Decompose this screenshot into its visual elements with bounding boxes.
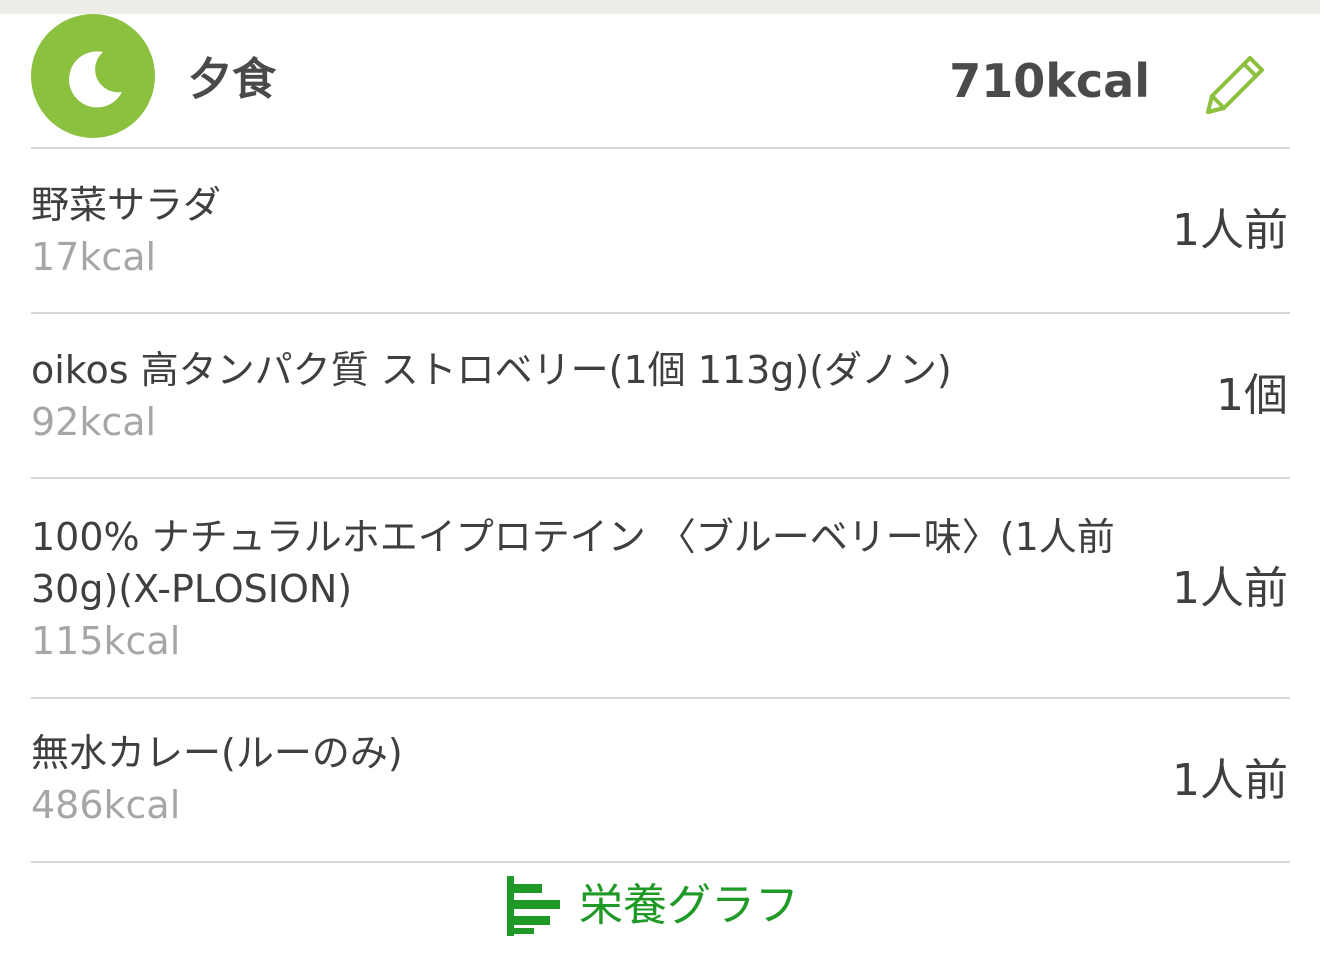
edit-meal-button[interactable] xyxy=(1198,48,1272,122)
food-quantity: 1個 xyxy=(1216,370,1288,421)
food-quantity: 1人前 xyxy=(1172,205,1288,256)
food-quantity: 1人前 xyxy=(1172,755,1288,806)
pencil-icon xyxy=(1206,56,1264,114)
food-kcal: 115kcal xyxy=(31,619,181,663)
food-item[interactable]: 100% ナチュラルホエイプロテイン 〈ブルーベリー味〉(1人前 30g)(X-… xyxy=(0,479,1320,697)
nutrition-graph-label: 栄養グラフ xyxy=(579,880,799,931)
bar-chart-icon xyxy=(507,876,560,936)
food-item[interactable]: 野菜サラダ 17kcal 1人前 xyxy=(0,149,1320,312)
food-name: 無水カレー(ルーのみ) xyxy=(31,731,403,775)
meal-total-kcal: 710kcal xyxy=(949,54,1150,108)
food-name: 100% ナチュラルホエイプロテイン 〈ブルーベリー味〉(1人前 30g)(X-… xyxy=(31,515,1115,611)
divider xyxy=(31,861,1290,863)
meal-header: 夕食 710kcal xyxy=(0,14,1320,148)
moon-icon xyxy=(31,14,155,138)
food-kcal: 486kcal xyxy=(31,783,181,827)
food-kcal: 17kcal xyxy=(31,235,157,279)
top-band xyxy=(0,0,1320,14)
food-item[interactable]: oikos 高タンパク質 ストロベリー(1個 113g)(ダノン) 92kcal… xyxy=(0,314,1320,477)
food-item[interactable]: 無水カレー(ルーのみ) 486kcal 1人前 xyxy=(0,699,1320,862)
food-quantity: 1人前 xyxy=(1172,563,1288,614)
meal-title: 夕食 xyxy=(188,54,276,105)
food-name: oikos 高タンパク質 ストロベリー(1個 113g)(ダノン) xyxy=(31,348,952,392)
nutrition-graph-button[interactable]: 栄養グラフ xyxy=(505,876,825,936)
meal-card: 夕食 710kcal 野菜サラダ 17kcal 1人前 oikos 高タンパク質… xyxy=(0,14,1320,963)
food-name: 野菜サラダ xyxy=(31,183,222,227)
food-kcal: 92kcal xyxy=(31,400,157,444)
